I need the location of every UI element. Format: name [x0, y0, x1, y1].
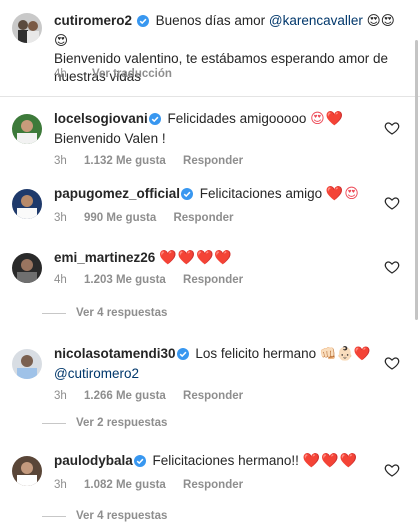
avatar[interactable] [12, 456, 42, 486]
view-replies-label: Ver 4 respuestas [76, 510, 168, 522]
caption-username[interactable]: cutiromero2 [54, 13, 132, 28]
caption-greeting: Buenos días amor [155, 13, 266, 28]
comment-emojis: ❤️❤️❤️ [302, 453, 358, 469]
comment-emojis: ❤️❤️❤️❤️ [159, 250, 233, 266]
comment-time: 3h [54, 212, 67, 224]
comment-emojis: 👊🏻👶🏻❤️ [319, 346, 371, 362]
replies-line [42, 312, 66, 314]
view-replies-button[interactable]: Ver 4 respuestas [42, 307, 167, 319]
reply-button[interactable]: Responder [183, 390, 243, 402]
comment-username[interactable]: paulodybala [54, 453, 133, 468]
verified-badge-icon [176, 347, 189, 365]
comment-time: 3h [54, 479, 67, 491]
view-replies-button[interactable]: Ver 2 respuestas [42, 417, 167, 429]
reply-button[interactable]: Responder [173, 212, 233, 224]
comment-likes[interactable]: 1.082 Me gusta [84, 479, 166, 491]
comment-text: Felicitaciones hermano!! [152, 453, 299, 468]
comment-time: 4h [54, 274, 67, 286]
replies-line [42, 515, 66, 517]
comment-likes[interactable]: 1.132 Me gusta [84, 155, 166, 167]
comment-username[interactable]: nicolasotamendi30 [54, 346, 176, 361]
comment-emojis: 😍❤️ [310, 111, 345, 127]
comments-panel: cutiromero2 Buenos días amor @karencaval… [0, 0, 420, 528]
comment-likes[interactable]: 1.203 Me gusta [84, 274, 166, 286]
divider [0, 96, 420, 97]
comment-username[interactable]: papugomez_official [54, 186, 180, 201]
reply-button[interactable]: Responder [183, 274, 243, 286]
verified-badge-icon [136, 14, 149, 32]
comment-likes[interactable]: 1.266 Me gusta [84, 390, 166, 402]
comment-emojis: ❤️😍 [325, 186, 360, 202]
replies-line [42, 422, 66, 424]
reply-button[interactable]: Responder [183, 479, 243, 491]
comment-mention[interactable]: @cutiromero2 [54, 366, 139, 381]
heart-outline-icon[interactable] [384, 195, 400, 211]
view-replies-button[interactable]: Ver 4 respuestas [42, 510, 167, 522]
verified-badge-icon [133, 454, 146, 472]
verified-badge-icon [181, 187, 194, 205]
heart-outline-icon[interactable] [384, 259, 400, 275]
heart-outline-icon[interactable] [384, 355, 400, 371]
caption-meta: 4h Ver traducción [54, 68, 172, 80]
comment-username[interactable]: emi_martinez26 [54, 250, 155, 265]
reply-button[interactable]: Responder [183, 155, 243, 167]
scrollbar[interactable] [415, 40, 418, 320]
avatar[interactable] [12, 189, 42, 219]
view-replies-label: Ver 2 respuestas [76, 417, 168, 429]
see-translation-link[interactable]: Ver traducción [92, 68, 172, 80]
avatar[interactable] [12, 253, 42, 283]
comment-text-line2: Bienvenido Valen ! [54, 131, 166, 146]
heart-outline-icon[interactable] [384, 462, 400, 478]
caption-mention[interactable]: @karencavaller [269, 13, 363, 28]
avatar[interactable] [12, 114, 42, 144]
view-replies-label: Ver 4 respuestas [76, 307, 168, 319]
avatar[interactable] [12, 13, 42, 43]
verified-badge-icon [148, 112, 161, 130]
heart-outline-icon[interactable] [384, 120, 400, 136]
caption-time: 4h [54, 68, 67, 80]
comment-username[interactable]: locelsogiovani [54, 111, 148, 126]
comment-time: 3h [54, 155, 67, 167]
avatar[interactable] [12, 349, 42, 379]
comment-likes[interactable]: 990 Me gusta [84, 212, 156, 224]
comment-text: Felicitaciones amigo [199, 186, 323, 201]
comment-text: Felicidades amigooooo [167, 111, 307, 126]
comment-text: Los felicito hermano [195, 346, 317, 361]
comment-time: 3h [54, 390, 67, 402]
